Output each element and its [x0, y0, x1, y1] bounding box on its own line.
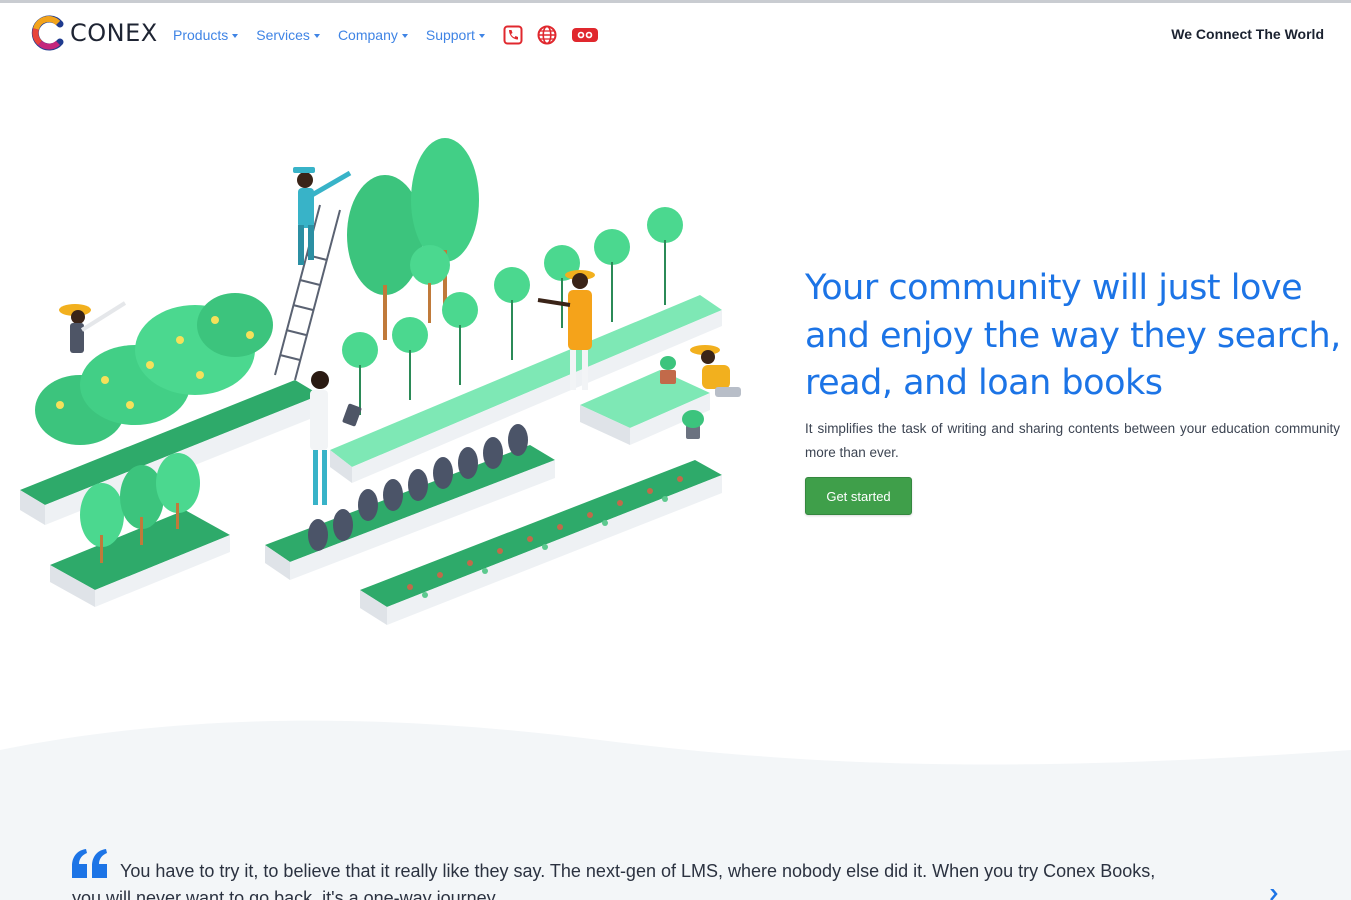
globe-icon[interactable]: [537, 25, 557, 45]
testimonial-text-line1: You have to try it, to believe that it r…: [120, 861, 1156, 881]
chevron-down-icon: [478, 33, 485, 38]
chevron-down-icon: [313, 33, 320, 38]
chevron-down-icon: [401, 33, 408, 38]
navbar: CONEX Products Services Company Support: [0, 3, 1351, 65]
testimonial-text-line2: you will never want to go back, it's a o…: [72, 888, 500, 900]
brand-logo[interactable]: CONEX: [30, 15, 158, 51]
nav-products-label: Products: [173, 27, 229, 43]
potted-plant: [682, 410, 704, 439]
person-on-ladder: [293, 167, 352, 265]
conex-logo-icon: [31, 15, 64, 51]
nav-company[interactable]: Company: [338, 27, 408, 43]
hero-subtitle: It simplifies the task of writing and sh…: [805, 421, 1340, 460]
person-with-fruit: [59, 301, 127, 353]
chevron-down-icon: [232, 33, 239, 38]
nav-services[interactable]: Services: [256, 27, 320, 43]
nav-services-label: Services: [256, 27, 310, 43]
chevron-right-icon[interactable]: [1268, 889, 1282, 900]
garden-illustration: [20, 138, 741, 625]
nav-products[interactable]: Products: [173, 27, 239, 43]
phone-icon[interactable]: [503, 25, 523, 45]
ladder: [274, 204, 341, 381]
hero-title: Your community will just love and enjoy …: [805, 268, 1341, 403]
quote-icon: [72, 849, 107, 878]
nav-support[interactable]: Support: [426, 27, 485, 43]
tagline: We Connect The World: [1171, 26, 1324, 42]
nav-support-label: Support: [425, 27, 475, 43]
get-started-button[interactable]: Get started: [805, 477, 912, 515]
main-nav: Products Services Company Support: [173, 25, 613, 45]
nav-company-label: Company: [337, 27, 398, 43]
brand-name: CONEX: [70, 19, 158, 47]
video-icon[interactable]: [571, 26, 599, 44]
person-with-tablet: [310, 371, 362, 505]
